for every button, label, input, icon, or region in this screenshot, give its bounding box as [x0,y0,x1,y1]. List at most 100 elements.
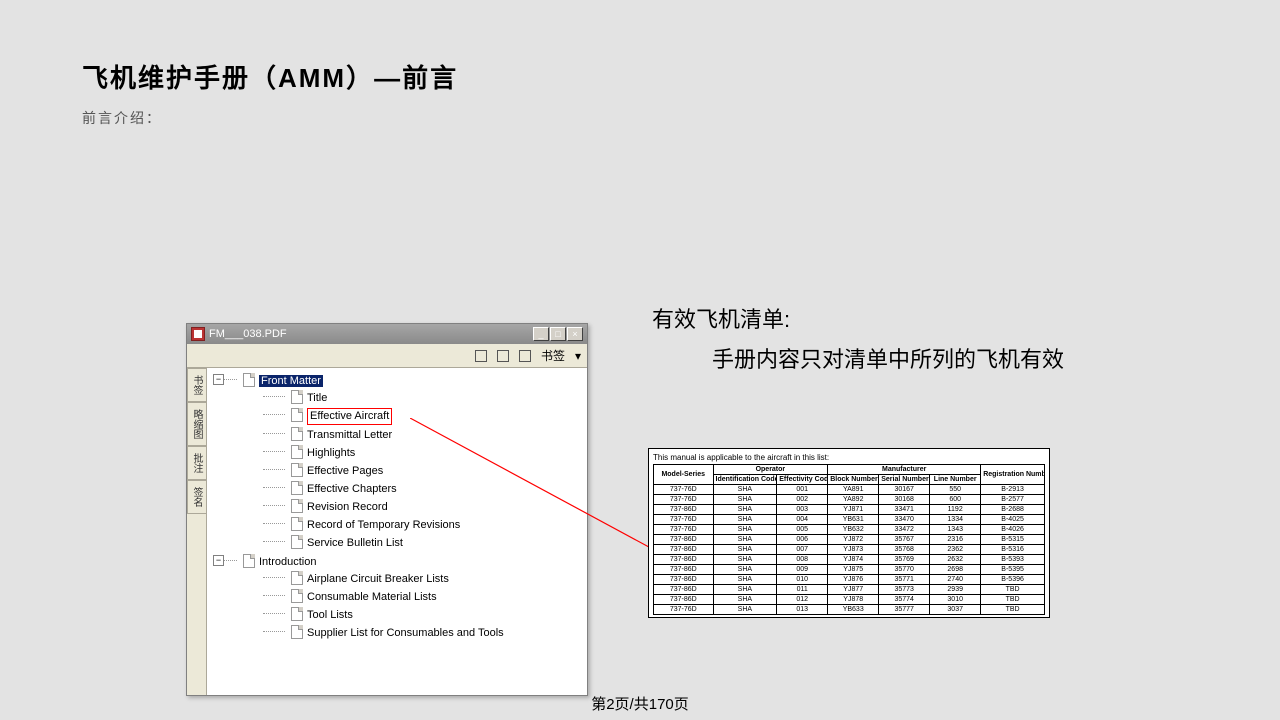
right-body: 手册内容只对清单中所列的飞机有效 [652,344,1102,376]
cell-effcode: 003 [777,505,828,515]
tree-item[interactable]: Effective Pages [263,462,587,480]
table-row: 737-76DSHA004YB631334701334B-4025 [654,515,1045,525]
cell-idcode: SHA [713,525,777,535]
cell-effcode: 005 [777,525,828,535]
bookmark-label: 书签 [541,347,565,364]
cell-reg: TBD [981,585,1045,595]
th-reg: Registration Number [981,465,1045,485]
cell-serial: 33470 [879,515,930,525]
close-button[interactable]: × [567,327,583,341]
cell-effcode: 002 [777,495,828,505]
cell-reg: TBD [981,605,1045,615]
cell-block: YJ872 [828,535,879,545]
th-line: Line Number [930,475,981,485]
cell-idcode: SHA [713,495,777,505]
expander-icon[interactable]: − [213,555,224,566]
tree-front-matter[interactable]: − Front Matter TitleEffective Aircraft Tr… [215,372,587,553]
cell-block: YJ871 [828,505,879,515]
tree-item[interactable]: Revision Record [263,498,587,516]
cell-idcode: SHA [713,585,777,595]
right-heading: 有效飞机清单: [652,302,790,334]
table-row: 737-86DSHA006YJ872357672316B-5315 [654,535,1045,545]
cell-effcode: 009 [777,565,828,575]
tree-label: Highlights [307,447,355,459]
cell-reg: B-2688 [981,505,1045,515]
tree-item[interactable]: Effective Chapters [263,480,587,498]
sidetab-thumbnails[interactable]: 略缩图 [187,402,206,446]
minimize-button[interactable]: _ [533,327,549,341]
cell-block: YJ874 [828,555,879,565]
tree-label: Introduction [259,556,316,568]
cell-line: 2740 [930,575,981,585]
cell-serial: 35767 [879,535,930,545]
page-icon [291,589,303,603]
new-icon[interactable] [519,350,531,362]
dropdown-icon[interactable]: ▾ [575,349,581,363]
tree-label: Tool Lists [307,609,353,621]
cell-block: YB631 [828,515,879,525]
cell-serial: 35768 [879,545,930,555]
th-effcode: Effectivity Code [777,475,828,485]
tree-item[interactable]: Supplier List for Consumables and Tools [263,624,587,642]
cell-idcode: SHA [713,545,777,555]
cell-block: YJ873 [828,545,879,555]
page-icon [291,607,303,621]
slide-title: 飞机维护手册（AMM）—前言 [82,58,458,95]
tree-item[interactable]: Tool Lists [263,606,587,624]
cell-block: YB632 [828,525,879,535]
cell-model: 737-86D [654,575,714,585]
cell-reg: B-2577 [981,495,1045,505]
sidetab-comments[interactable]: 批注 [187,446,206,480]
tree-introduction[interactable]: − Introduction Airplane Circuit Breaker … [215,553,587,643]
sidetab-bookmarks[interactable]: 书签 [187,368,206,402]
cell-effcode: 004 [777,515,828,525]
delete-icon[interactable] [497,350,509,362]
page-icon [243,554,255,568]
maximize-button[interactable]: □ [550,327,566,341]
sidetab-signatures[interactable]: 签名 [187,480,206,514]
cell-serial: 35771 [879,575,930,585]
cell-model: 737-76D [654,485,714,495]
tree-item[interactable]: Title [263,389,587,407]
cell-block: YB633 [828,605,879,615]
page-icon [291,517,303,531]
tree-item[interactable]: Consumable Material Lists [263,588,587,606]
table-row: 737-86DSHA003YJ871334711192B-2688 [654,505,1045,515]
pdf-viewer-window: FM___038.PDF _ □ × 书签 ▾ 书签 略缩图 批注 签名 − F… [186,323,588,696]
tree-item[interactable]: Record of Temporary Revisions [263,516,587,534]
table-row: 737-86DSHA012YJ878357743010TBD [654,595,1045,605]
th-manufacturer-group: Manufacturer [828,465,981,475]
save-icon[interactable] [475,350,487,362]
page-icon [291,408,303,422]
window-titlebar[interactable]: FM___038.PDF _ □ × [187,324,587,344]
cell-model: 737-86D [654,555,714,565]
tree-item[interactable]: Transmittal Letter [263,426,587,444]
table-row: 737-76DSHA013YB633357773037TBD [654,605,1045,615]
th-block: Block Number [828,475,879,485]
cell-line: 1343 [930,525,981,535]
cell-idcode: SHA [713,565,777,575]
cell-block: YJ875 [828,565,879,575]
cell-idcode: SHA [713,485,777,495]
cell-serial: 35777 [879,605,930,615]
table-row: 737-86DSHA011YJ877357732939TBD [654,585,1045,595]
bookmark-tree[interactable]: − Front Matter TitleEffective Aircraft Tr… [207,368,587,695]
tree-label: Effective Chapters [307,483,397,495]
cell-line: 1192 [930,505,981,515]
tree-item[interactable]: Airplane Circuit Breaker Lists [263,570,587,588]
tree-item[interactable]: Highlights [263,444,587,462]
tree-item[interactable]: Service Bulletin List [263,534,587,552]
cell-effcode: 012 [777,595,828,605]
aircraft-table: Model-Series Operator Manufacturer Regis… [653,464,1045,615]
cell-effcode: 006 [777,535,828,545]
cell-reg: B-5396 [981,575,1045,585]
tree-label: Transmittal Letter [307,429,392,441]
cell-line: 3037 [930,605,981,615]
tree-item[interactable]: Effective Aircraft [263,407,587,426]
tree-label: Front Matter [259,375,323,387]
table-row: 737-86DSHA010YJ876357712740B-5396 [654,575,1045,585]
window-title: FM___038.PDF [209,328,287,340]
cell-reg: B-5395 [981,565,1045,575]
expander-icon[interactable]: − [213,374,224,385]
th-serial: Serial Number [879,475,930,485]
